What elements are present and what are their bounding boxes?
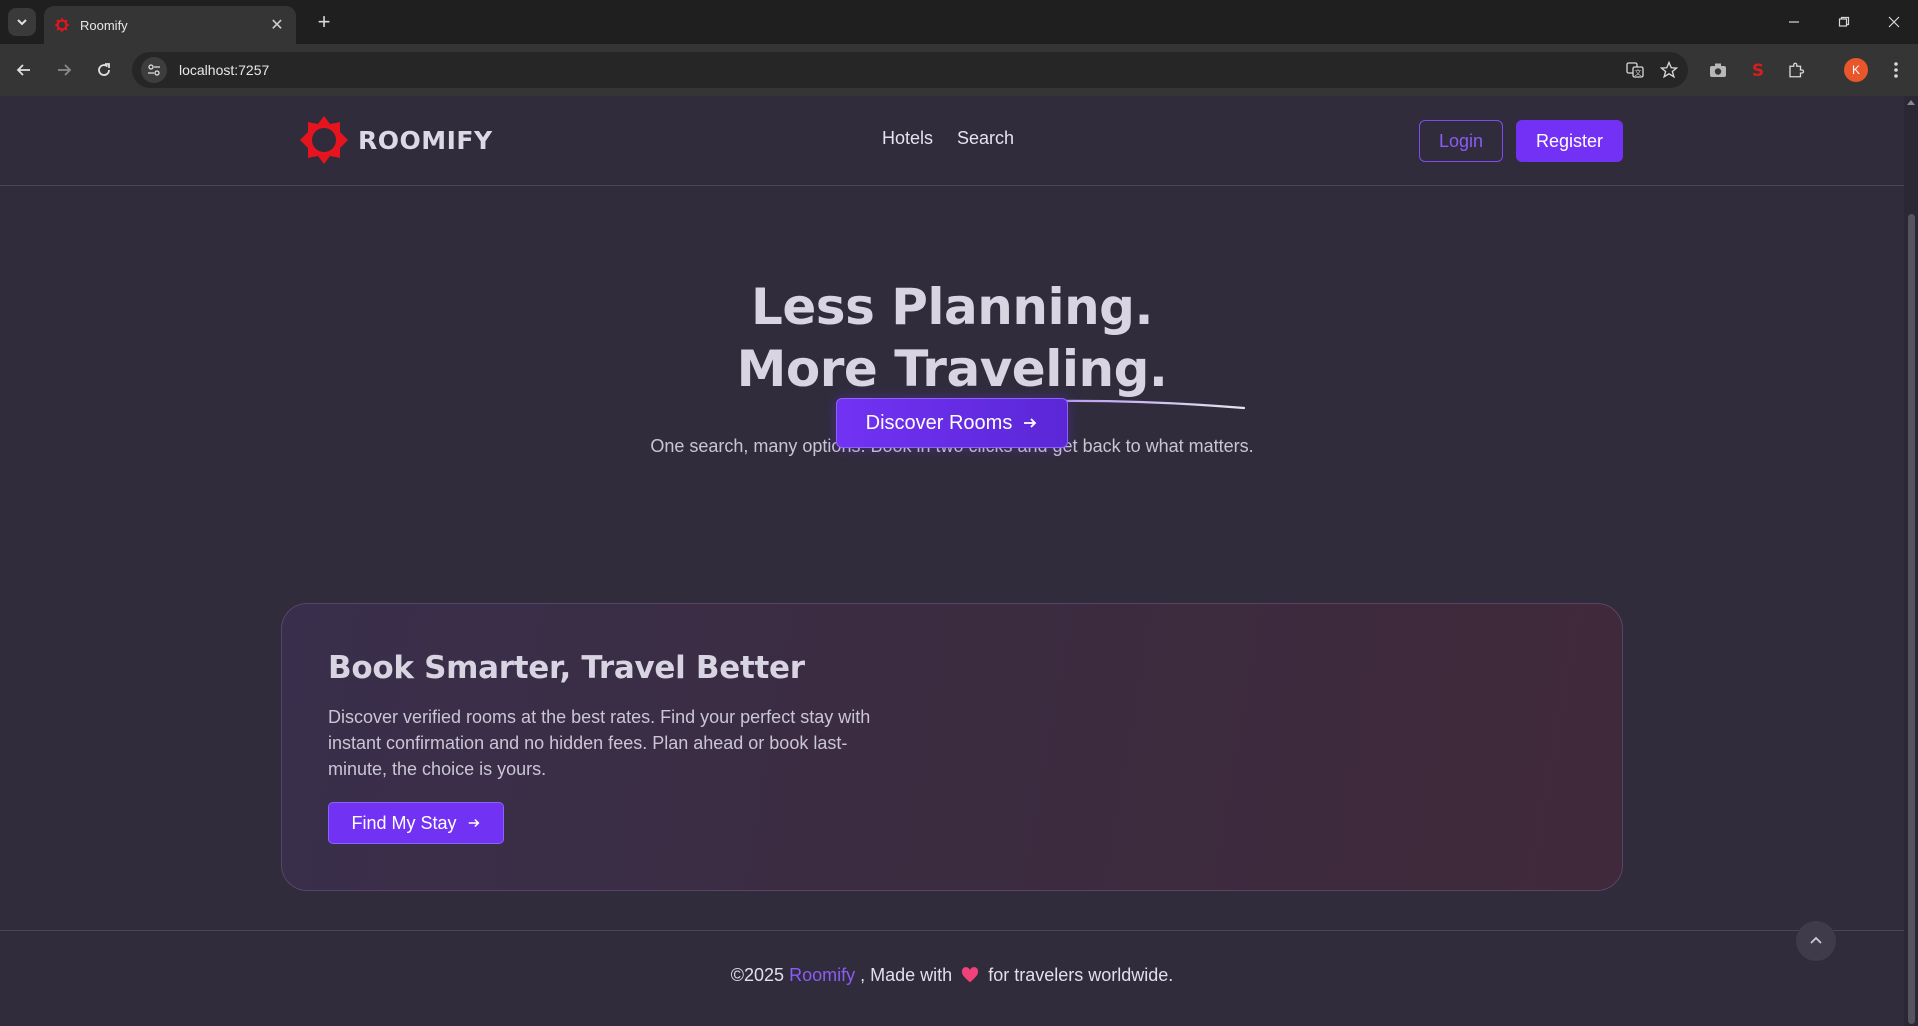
discover-rooms-label: Discover Rooms [865, 411, 1013, 434]
browser-toolbar: localhost:7257 文 S [0, 44, 1918, 96]
tab-title: Roomify [80, 17, 128, 33]
roomify-favicon-icon [54, 17, 70, 33]
menu-dots-icon[interactable] [1882, 56, 1910, 84]
minimize-icon[interactable] [1782, 10, 1806, 34]
site-header: ROOMIFY Hotels Search Login Register [0, 96, 1904, 186]
svg-text:S: S [1752, 61, 1764, 80]
footer-made-with: , Made with [860, 965, 953, 985]
puzzle-icon[interactable] [1782, 56, 1810, 84]
scroll-up-arrow-icon[interactable] [1907, 100, 1915, 105]
heart-icon [962, 967, 979, 983]
restore-icon[interactable] [1832, 10, 1856, 34]
tab-search-button[interactable] [8, 8, 36, 36]
chevron-down-icon [17, 19, 27, 26]
translate-icon[interactable]: 文 [1620, 55, 1650, 85]
discover-rooms-button[interactable]: Discover Rooms [836, 398, 1068, 448]
svg-text:文: 文 [1635, 68, 1642, 77]
hero-title-line-1: Less Planning. [751, 278, 1153, 336]
star-icon[interactable] [1654, 55, 1684, 85]
page-viewport: ROOMIFY Hotels Search Login Register Les… [0, 96, 1904, 1026]
main-nav: Hotels Search [882, 128, 1014, 149]
browser-tab[interactable]: Roomify ✕ [44, 6, 296, 44]
arrow-right-icon [1024, 418, 1037, 428]
window-close-icon[interactable] [1882, 10, 1906, 34]
hero-title-line-2: More Traveling. [736, 340, 1168, 398]
brand-name: ROOMIFY [358, 125, 493, 155]
login-button[interactable]: Login [1419, 120, 1503, 162]
site-footer: ©2025 Roomify , Made with for travelers … [0, 930, 1904, 1026]
nav-search[interactable]: Search [957, 128, 1014, 149]
nav-hotels[interactable]: Hotels [882, 128, 933, 149]
forward-arrow-icon[interactable] [50, 56, 78, 84]
footer-brand-link[interactable]: Roomify [789, 965, 855, 985]
promo-title: Book Smarter, Travel Better [328, 650, 805, 686]
footer-text: ©2025 Roomify , Made with for travelers … [0, 965, 1904, 986]
brand-link[interactable]: ROOMIFY [298, 114, 493, 166]
reload-icon[interactable] [90, 56, 118, 84]
address-bar[interactable]: localhost:7257 文 [132, 52, 1688, 88]
footer-suffix: for travelers worldwide. [988, 965, 1174, 985]
back-arrow-icon[interactable] [10, 56, 38, 84]
url-text: localhost:7257 [179, 62, 270, 78]
chevron-up-icon [1810, 936, 1822, 944]
back-to-top-button[interactable] [1796, 921, 1836, 961]
browser-tab-bar: Roomify ✕ + [0, 0, 1918, 44]
promo-text: Discover verified rooms at the best rate… [328, 707, 871, 779]
find-my-stay-button[interactable]: Find My Stay [328, 802, 504, 844]
plus-icon[interactable]: + [312, 9, 336, 34]
register-button[interactable]: Register [1516, 120, 1623, 162]
page-scrollbar[interactable] [1904, 96, 1918, 1026]
promo-card: Book Smarter, Travel Better Discover ver… [281, 603, 1623, 891]
scrollbar-thumb[interactable] [1908, 214, 1915, 1024]
footer-copyright: ©2025 [730, 965, 785, 985]
camera-icon[interactable] [1704, 56, 1732, 84]
profile-avatar[interactable]: K [1844, 58, 1868, 82]
find-my-stay-label: Find My Stay [351, 812, 457, 833]
arrow-right-icon [468, 818, 480, 828]
roomify-logo-icon [300, 116, 348, 164]
close-icon[interactable]: ✕ [268, 15, 286, 35]
extension-s-icon[interactable]: S [1744, 56, 1772, 84]
hero-title: Less Planning. More Traveling. [0, 276, 1904, 400]
site-info-icon[interactable] [141, 57, 167, 83]
